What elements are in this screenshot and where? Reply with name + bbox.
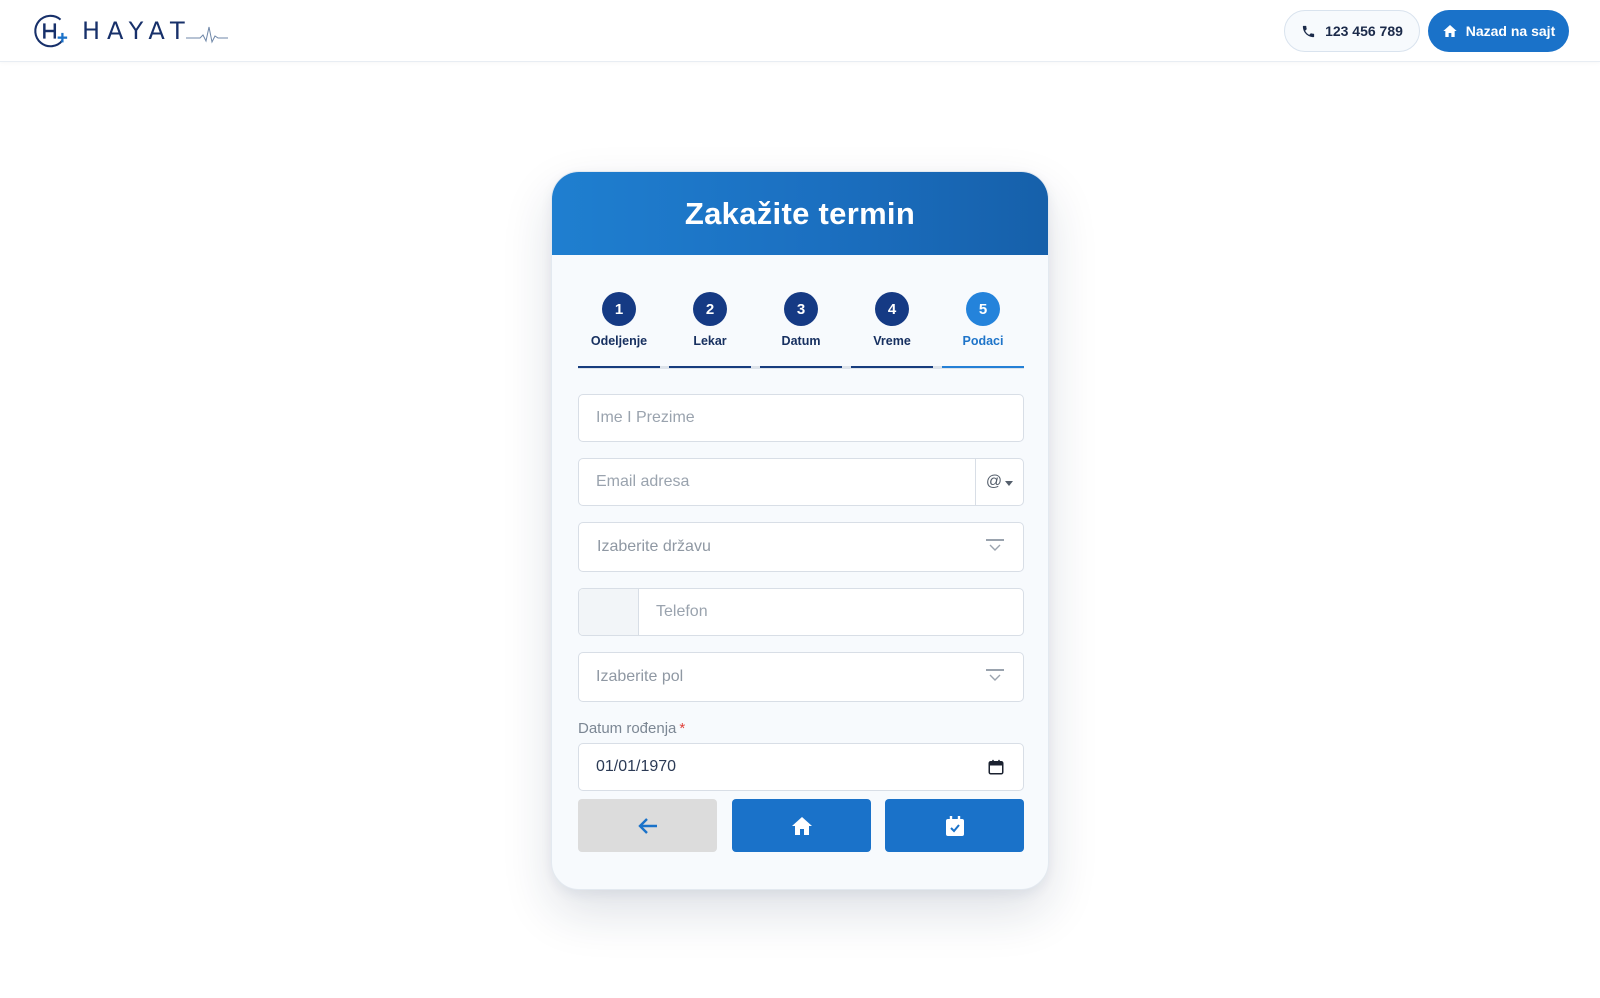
step-label: Vreme xyxy=(873,334,911,348)
step-label: Datum xyxy=(781,334,821,348)
booking-card: Zakažite termin 1 Odeljenje 2 Lekar 3 Da… xyxy=(551,171,1049,890)
back-to-site-label: Nazad na sajt xyxy=(1465,23,1556,39)
country-select-placeholder: Izaberite državu xyxy=(597,538,711,555)
country-select[interactable]: Izaberite državu xyxy=(578,522,1024,572)
home-button[interactable] xyxy=(732,799,871,852)
hayat-logo-icon xyxy=(34,14,68,48)
email-field: @ xyxy=(578,458,1024,506)
at-symbol: @ xyxy=(985,473,1003,490)
country-code-selector[interactable] xyxy=(579,589,639,635)
email-input[interactable] xyxy=(579,459,975,505)
page-title: Zakažite termin xyxy=(684,195,916,231)
phone-input[interactable] xyxy=(639,589,1023,635)
dob-label: Datum rođenja * xyxy=(578,720,685,737)
full-name-field xyxy=(578,394,1024,442)
step-podaci[interactable]: 5 Podaci xyxy=(942,292,1024,368)
chevron-down-icon xyxy=(1005,480,1014,486)
email-domain-dropdown[interactable]: @ xyxy=(975,459,1023,505)
hayat-logo[interactable]: HAYAT xyxy=(32,11,228,51)
required-mark: * xyxy=(679,720,686,737)
step-label: Lekar xyxy=(693,334,727,348)
dob-value: 01/01/1970 xyxy=(596,758,677,775)
arrow-left-icon xyxy=(637,817,657,834)
step-datum[interactable]: 3 Datum xyxy=(760,292,842,368)
dropdown-arrow-icon xyxy=(986,539,1004,551)
step-label: Odeljenje xyxy=(590,334,648,348)
step-number: 3 xyxy=(784,292,818,326)
calendar-check-icon xyxy=(945,815,964,836)
step-number: 2 xyxy=(693,292,727,326)
top-navbar: HAYAT 123 456 789 Nazad na sajt xyxy=(0,0,1600,62)
step-number: 1 xyxy=(602,292,636,326)
step-label: Podaci xyxy=(962,334,1004,348)
phone-icon xyxy=(1302,25,1315,37)
back-button[interactable] xyxy=(578,799,717,852)
phone-contact-button[interactable]: 123 456 789 xyxy=(1284,10,1420,52)
step-lekar[interactable]: 2 Lekar xyxy=(669,292,751,368)
home-icon xyxy=(791,816,812,835)
dob-label-text: Datum rođenja xyxy=(578,720,677,737)
step-odeljenje[interactable]: 1 Odeljenje xyxy=(578,292,660,368)
book-appointment-button[interactable] xyxy=(885,799,1024,852)
phone-label: 123 456 789 xyxy=(1325,23,1403,39)
home-icon xyxy=(1443,25,1457,37)
dob-input[interactable]: 01/01/1970 xyxy=(578,743,1024,791)
back-to-site-button[interactable]: Nazad na sajt xyxy=(1428,10,1569,52)
card-header: Zakažite termin xyxy=(552,172,1048,255)
step-number: 4 xyxy=(875,292,909,326)
calendar-icon[interactable] xyxy=(987,758,1005,776)
full-name-input[interactable] xyxy=(579,395,1023,441)
logo-text: HAYAT xyxy=(82,17,192,45)
dropdown-arrow-icon xyxy=(986,669,1004,681)
gender-select[interactable]: Izaberite pol xyxy=(578,652,1024,702)
step-indicator: 1 Odeljenje 2 Lekar 3 Datum 4 Vreme 5 Po… xyxy=(578,292,1024,369)
gender-select-placeholder: Izaberite pol xyxy=(596,668,684,685)
phone-field xyxy=(578,588,1024,636)
heartbeat-icon xyxy=(185,26,228,44)
step-number: 5 xyxy=(966,292,1000,326)
step-vreme[interactable]: 4 Vreme xyxy=(851,292,933,368)
